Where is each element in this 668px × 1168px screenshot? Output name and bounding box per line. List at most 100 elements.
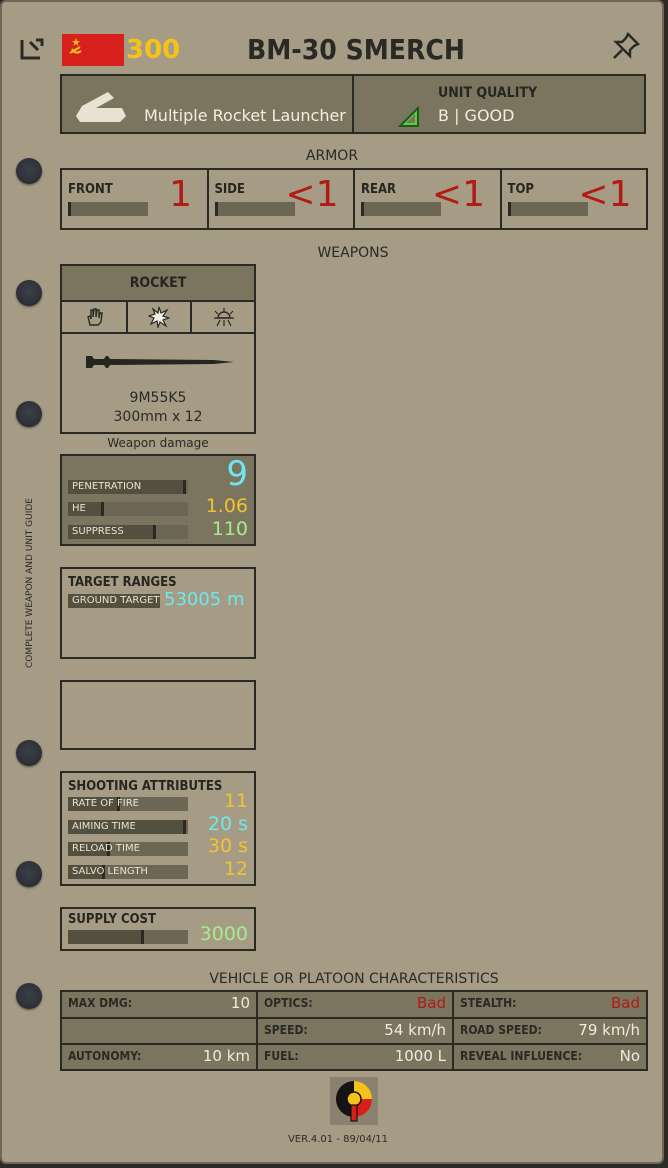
- unit-quality-label: UNIT QUALITY: [438, 85, 538, 101]
- reveal-influence-value: No: [619, 1047, 640, 1065]
- rocket-icon: [84, 350, 240, 372]
- weapon-traits-row: [60, 300, 256, 334]
- weapon-name: 9M55K5: [129, 390, 187, 406]
- penetration-bar: PENETRATION: [68, 480, 188, 494]
- ussr-flag-icon: [62, 34, 124, 66]
- weapons-section-title: WEAPONS: [317, 245, 389, 261]
- road-speed-value: 79 km/h: [578, 1021, 640, 1039]
- autonomy-label: AUTONOMY:: [68, 1049, 142, 1063]
- autonomy-value: 10 km: [202, 1047, 250, 1065]
- fuel-value: 1000 L: [394, 1047, 446, 1065]
- weapon-header: ROCKET: [60, 264, 256, 302]
- ground-target-value: 53005 m: [164, 589, 245, 610]
- side-guide-text: COMPLETE WEAPON AND UNIT GUIDE: [25, 498, 35, 668]
- armor-cell-side: SIDE <1: [206, 170, 353, 228]
- pin-icon[interactable]: [610, 30, 642, 62]
- fuel-label: FUEL:: [264, 1049, 299, 1063]
- optics-value: Bad: [416, 994, 446, 1012]
- armor-cell-top: TOP <1: [499, 170, 646, 228]
- launcher-icon: [72, 86, 128, 124]
- reveal-influence-label: REVEAL INFLUENCE:: [460, 1049, 583, 1063]
- target-ranges-panel: TARGET RANGES GROUND TARGET 53005 m: [60, 567, 256, 659]
- weapon-image-box: 9M55K5 300mm x 12: [60, 332, 256, 434]
- shooting-attributes-title: SHOOTING ATTRIBUTES: [68, 779, 223, 794]
- hand-icon: [84, 307, 104, 327]
- armor-label: SIDE: [214, 182, 245, 197]
- target-ranges-title: TARGET RANGES: [68, 575, 177, 590]
- armor-value: <1: [285, 174, 339, 215]
- weapon-caliber: 300mm x 12: [113, 409, 203, 425]
- shooting-attributes-panel: SHOOTING ATTRIBUTES RATE OF FIRE 11 AIMING…: [60, 771, 256, 886]
- speed-label: SPEED:: [264, 1023, 308, 1037]
- unit-type-panel: Multiple Rocket Launcher: [60, 74, 354, 134]
- shooting-attribute-value: 11: [223, 790, 248, 812]
- collapse-icon[interactable]: [18, 34, 46, 62]
- unit-cost: 300: [126, 35, 181, 65]
- unit-quality-panel: UNIT QUALITY B | GOOD: [352, 74, 646, 134]
- supply-cost-value: 3000: [199, 923, 248, 945]
- he-value: 1.06: [205, 495, 248, 517]
- quality-triangle-icon: [397, 105, 420, 128]
- max-dmg-value: 10: [230, 994, 250, 1012]
- speed-value: 54 km/h: [384, 1021, 446, 1039]
- armor-section-title: ARMOR: [305, 148, 359, 164]
- unit-type-label: Multiple Rocket Launcher: [144, 106, 346, 125]
- shooting-bar: RATE OF FIRE: [68, 797, 188, 811]
- armor-bar: [361, 202, 441, 216]
- weapon-type-label: ROCKET: [129, 275, 187, 291]
- shooting-bar: RELOAD TIME: [68, 842, 188, 856]
- explosion-icon: [147, 306, 171, 330]
- armor-value: <1: [431, 174, 485, 215]
- penetration-label: PENETRATION: [72, 481, 142, 492]
- armor-value: <1: [578, 174, 632, 215]
- shooting-attribute-value: 12: [223, 857, 248, 880]
- armor-label: FRONT: [68, 182, 113, 197]
- unit-title: BM-30 SMERCH: [247, 33, 465, 66]
- armor-bar: [68, 202, 148, 216]
- armor-cell-rear: REAR <1: [353, 170, 499, 228]
- version-text: VER.4.01 - 89/04/11: [287, 1134, 389, 1145]
- unit-card: COMPLETE WEAPON AND UNIT GUIDE 300 BM-30…: [0, 0, 664, 1164]
- binder-hole: [16, 280, 42, 306]
- max-dmg-label: MAX DMG:: [68, 996, 133, 1010]
- penetration-value: 9: [226, 454, 248, 494]
- shooting-attribute-value: 30 s: [207, 835, 248, 857]
- road-speed-label: ROAD SPEED:: [460, 1023, 542, 1037]
- armor-cell-front: FRONT 1: [62, 170, 206, 228]
- supply-cost-panel: SUPPLY COST 3000: [60, 907, 256, 951]
- optics-label: OPTICS:: [264, 996, 313, 1010]
- supply-cost-title: SUPPLY COST: [68, 912, 156, 927]
- binder-hole: [16, 861, 42, 887]
- armor-bar: [507, 202, 588, 216]
- shooting-attribute-value: 20 s: [207, 812, 248, 835]
- ground-target-label: GROUND TARGET: [72, 595, 160, 606]
- shooting-attribute-label: RATE OF FIRE: [72, 798, 139, 809]
- armor-bar: [214, 202, 295, 216]
- unit-quality-value: B | GOOD: [438, 106, 515, 125]
- armor-value: 1: [169, 174, 192, 215]
- weapon-damage-caption: Weapon damage: [107, 436, 209, 450]
- binder-hole: [16, 740, 42, 766]
- shooting-bar: SALVO LENGTH: [68, 864, 188, 879]
- vehicle-section-title: VEHICLE OR PLATOON CHARACTERISTICS: [209, 971, 499, 987]
- shooting-attribute-label: SALVO LENGTH: [72, 865, 148, 877]
- suppress-value: 110: [211, 518, 248, 540]
- he-label: HE: [72, 503, 86, 514]
- supply-cost-bar: [68, 930, 188, 944]
- stealth-value: Bad: [610, 994, 640, 1012]
- armor-label: TOP: [507, 182, 535, 197]
- radar-icon: [212, 306, 236, 328]
- suppress-label: SUPPRESS: [72, 526, 124, 537]
- damage-panel: 9 PENETRATION HE 1.06 SUPPRESS 110: [60, 454, 256, 546]
- stealth-label: STEALTH:: [460, 996, 517, 1010]
- suppress-bar: SUPPRESS: [68, 525, 188, 539]
- he-bar: HE: [68, 502, 188, 516]
- shooting-attribute-label: RELOAD TIME: [72, 843, 140, 854]
- ground-target-bar: GROUND TARGET: [68, 594, 160, 608]
- vehicle-table: MAX DMG: 10 OPTICS: Bad STEALTH: Bad SPE…: [60, 990, 648, 1071]
- shooting-bar: AIMING TIME: [68, 819, 188, 834]
- armor-label: REAR: [361, 182, 397, 197]
- emblem-icon: [330, 1077, 378, 1125]
- binder-hole: [16, 401, 42, 427]
- empty-panel: [60, 680, 256, 750]
